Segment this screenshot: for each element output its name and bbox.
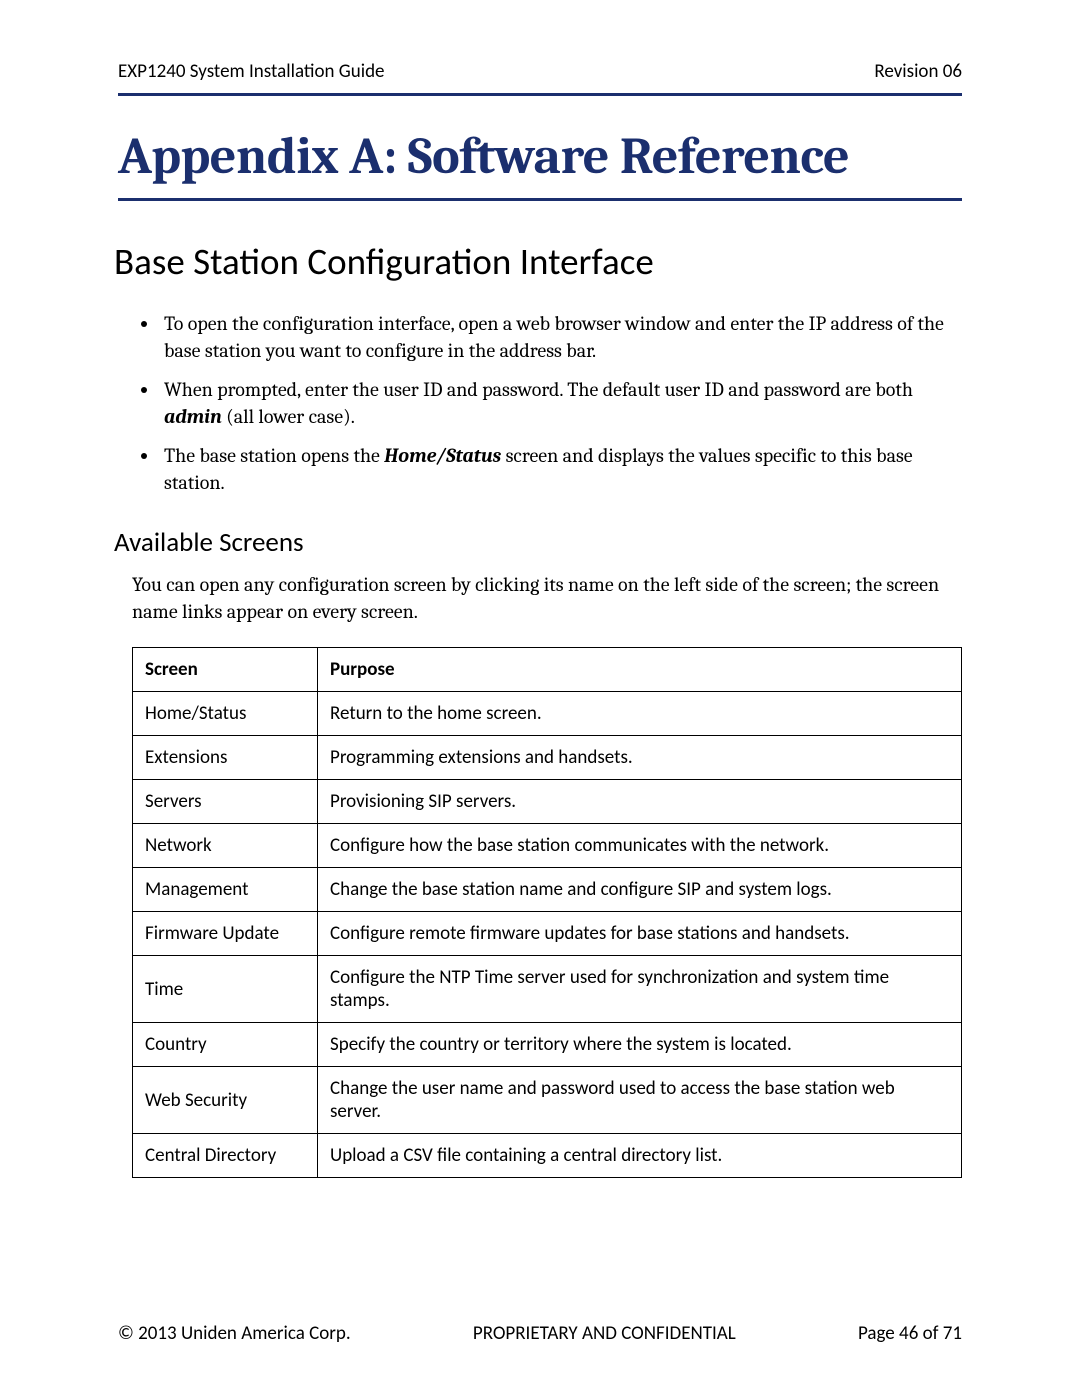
table-row: NetworkConfigure how the base station co… [133,824,962,868]
col-header-screen: Screen [133,648,318,692]
cell-screen: Central Directory [133,1134,318,1178]
subsection-heading: Available Screens [114,526,962,559]
footer-confidential: PROPRIETARY AND CONFIDENTIAL [473,1322,736,1345]
bullet-emphasis: admin [164,405,222,428]
col-header-purpose: Purpose [318,648,962,692]
cell-screen: Country [133,1023,318,1067]
list-item: When prompted, enter the user ID and pas… [160,376,962,430]
doc-title: EXP1240 System Installation Guide [118,60,385,83]
appendix-title: Appendix A: Software Reference [118,126,962,201]
cell-purpose: Change the user name and password used t… [318,1067,962,1134]
table-row: CountrySpecify the country or territory … [133,1023,962,1067]
cell-screen: Management [133,868,318,912]
cell-screen: Web Security [133,1067,318,1134]
footer-copyright: © 2013 Uniden America Corp. [118,1322,351,1345]
table-row: Firmware UpdateConfigure remote firmware… [133,912,962,956]
cell-purpose: Upload a CSV file containing a central d… [318,1134,962,1178]
cell-screen: Firmware Update [133,912,318,956]
cell-purpose: Configure the NTP Time server used for s… [318,956,962,1023]
cell-purpose: Configure how the base station communica… [318,824,962,868]
bullet-emphasis: Home/Status [384,444,501,467]
cell-purpose: Specify the country or territory where t… [318,1023,962,1067]
screens-table: Screen Purpose Home/StatusReturn to the … [132,647,962,1178]
revision: Revision 06 [874,60,962,83]
table-header-row: Screen Purpose [133,648,962,692]
bullet-list: To open the configuration interface, ope… [118,310,962,496]
bullet-text: When prompted, enter the user ID and pas… [164,378,913,401]
header-rule [118,93,962,96]
cell-purpose: Change the base station name and configu… [318,868,962,912]
cell-purpose: Provisioning SIP servers. [318,780,962,824]
cell-screen: Home/Status [133,692,318,736]
cell-purpose: Programming extensions and handsets. [318,736,962,780]
table-row: ManagementChange the base station name a… [133,868,962,912]
table-row: ExtensionsProgramming extensions and han… [133,736,962,780]
bullet-text: The base station opens the [164,444,384,467]
table-row: Home/StatusReturn to the home screen. [133,692,962,736]
page-header: EXP1240 System Installation Guide Revisi… [118,60,962,93]
section-heading: Base Station Configuration Interface [114,239,962,284]
cell-screen: Servers [133,780,318,824]
table-row: Web SecurityChange the user name and pas… [133,1067,962,1134]
cell-purpose: Configure remote firmware updates for ba… [318,912,962,956]
cell-screen: Extensions [133,736,318,780]
table-row: TimeConfigure the NTP Time server used f… [133,956,962,1023]
cell-purpose: Return to the home screen. [318,692,962,736]
list-item: The base station opens the Home/Status s… [160,442,962,496]
page-footer: © 2013 Uniden America Corp. PROPRIETARY … [118,1322,962,1345]
list-item: To open the configuration interface, ope… [160,310,962,364]
footer-page-number: Page 46 of 71 [858,1322,962,1345]
intro-paragraph: You can open any configuration screen by… [132,571,962,625]
table-row: Central DirectoryUpload a CSV file conta… [133,1134,962,1178]
cell-screen: Network [133,824,318,868]
bullet-text: (all lower case). [222,405,355,428]
bullet-text: To open the configuration interface, ope… [164,312,944,362]
table-row: ServersProvisioning SIP servers. [133,780,962,824]
cell-screen: Time [133,956,318,1023]
